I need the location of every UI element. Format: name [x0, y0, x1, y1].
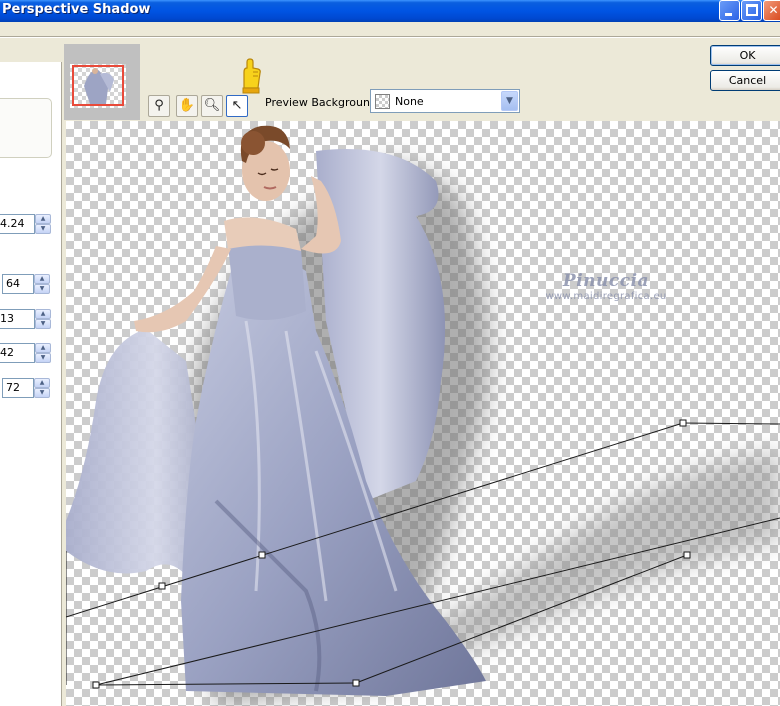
spin-up-icon[interactable]: ▲ [34, 274, 50, 284]
arrow-pointer-icon: ↖ [231, 98, 243, 113]
menu-strip [0, 22, 780, 36]
perspective-shadow-dialog: Perspective Shadow ✕ 4.24 ▲ ▼ 64 ▲ ▼ 13 … [0, 0, 780, 706]
navigator-thumbnail[interactable] [64, 44, 140, 120]
preview-image [66, 125, 780, 706]
spin-field-1[interactable]: 4.24 ▲ ▼ [0, 214, 51, 234]
chevron-down-icon[interactable]: ▼ [501, 91, 518, 111]
navigator-view-frame[interactable] [72, 65, 124, 106]
spin-up-icon[interactable]: ▲ [35, 343, 51, 353]
pan-zoom-icon: ⚲ [154, 98, 164, 113]
spin-up-icon[interactable]: ▲ [35, 214, 51, 224]
hand-tool-button[interactable]: ✋ [176, 95, 198, 117]
preview-canvas[interactable]: Pinuccia www.maidiregrafica.eu [66, 121, 780, 706]
settings-panel: 4.24 ▲ ▼ 64 ▲ ▼ 13 ▲ ▼ 42 ▲ ▼ 72 ▲ ▼ [0, 62, 62, 706]
hand-icon: ✋ [178, 98, 196, 113]
spin-field-5[interactable]: 72 ▲ ▼ [2, 378, 50, 398]
spin-field-3-input[interactable]: 13 [0, 309, 35, 329]
spin-field-2-arrows[interactable]: ▲ ▼ [34, 274, 50, 294]
spin-field-5-input[interactable]: 72 [2, 378, 34, 398]
spin-down-icon[interactable]: ▼ [35, 319, 51, 329]
close-button[interactable]: ✕ [763, 0, 780, 21]
preset-group-box [0, 98, 52, 158]
minimize-icon [725, 13, 732, 16]
spin-field-2-input[interactable]: 64 [2, 274, 34, 294]
transparent-swatch-icon [375, 94, 390, 109]
separator [0, 36, 780, 38]
spin-down-icon[interactable]: ▼ [35, 353, 51, 363]
preview-background-select[interactable]: None ▼ [370, 89, 520, 113]
cancel-button[interactable]: Cancel [710, 70, 780, 91]
spin-field-1-input[interactable]: 4.24 [0, 214, 35, 234]
spin-field-4[interactable]: 42 ▲ ▼ [0, 343, 51, 363]
title-bar[interactable]: Perspective Shadow ✕ [0, 0, 780, 22]
pan-zoom-button[interactable]: ⚲ [148, 95, 170, 117]
pointer-tool-button[interactable]: ↖ [226, 95, 248, 117]
preview-background-label: Preview Background: [265, 96, 381, 109]
pointing-hand-icon [242, 58, 261, 94]
spin-field-3[interactable]: 13 ▲ ▼ [0, 309, 51, 329]
spin-down-icon[interactable]: ▼ [34, 284, 50, 294]
maximize-icon [746, 4, 758, 16]
spin-field-5-arrows[interactable]: ▲ ▼ [34, 378, 50, 398]
bodice [228, 241, 306, 320]
spin-up-icon[interactable]: ▲ [35, 309, 51, 319]
spin-field-3-arrows[interactable]: ▲ ▼ [35, 309, 51, 329]
magnifier-icon: 🔍︎ [203, 98, 221, 113]
maximize-button[interactable] [741, 0, 762, 21]
close-icon: ✕ [768, 3, 779, 17]
spin-field-2[interactable]: 64 ▲ ▼ [2, 274, 50, 294]
spin-field-4-input[interactable]: 42 [0, 343, 35, 363]
spin-down-icon[interactable]: ▼ [34, 388, 50, 398]
spin-field-4-arrows[interactable]: ▲ ▼ [35, 343, 51, 363]
spin-down-icon[interactable]: ▼ [35, 224, 51, 234]
preview-background-value: None [395, 95, 424, 108]
preview-area: ⚲ ✋ 🔍︎ ↖ Preview Background: None ▼ Pinu… [64, 44, 780, 706]
window-title: Perspective Shadow [2, 2, 151, 17]
ok-button[interactable]: OK [710, 45, 780, 66]
minimize-button[interactable] [719, 0, 740, 21]
zoom-tool-button[interactable]: 🔍︎ [201, 95, 223, 117]
spin-up-icon[interactable]: ▲ [34, 378, 50, 388]
spin-field-1-arrows[interactable]: ▲ ▼ [35, 214, 51, 234]
